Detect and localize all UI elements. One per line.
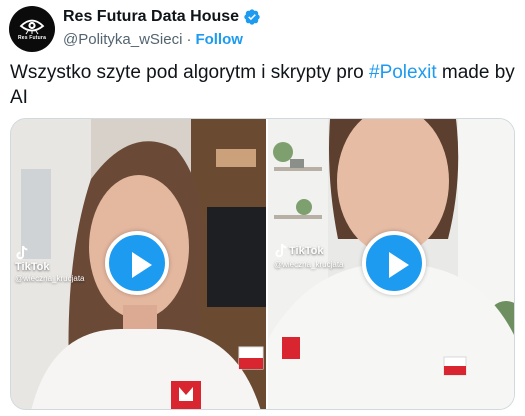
separator-dot: ·: [186, 30, 192, 48]
follow-button[interactable]: Follow: [195, 31, 243, 48]
play-button[interactable]: [105, 231, 169, 295]
author-display-name[interactable]: Res Futura Data House: [63, 8, 239, 26]
tiktok-watermark: TikTok @wieczna_krucjata: [15, 245, 84, 283]
tiktok-icon: [16, 245, 28, 260]
tweet-text-start: Wszystko szyte pod algorytm i skrypty pr…: [10, 62, 369, 83]
author-handle[interactable]: @Polityka_wSieci: [63, 31, 182, 48]
avatar[interactable]: Res Futura: [9, 6, 55, 52]
tweet-text: Wszystko szyte pod algorytm i skrypty pr…: [10, 60, 515, 110]
play-button[interactable]: [362, 231, 426, 295]
hashtag-link[interactable]: #Polexit: [369, 62, 437, 83]
verified-badge-icon: [243, 8, 261, 26]
media-grid: TikTok @wieczna_krucjata TikTok @wieczna…: [10, 118, 515, 410]
avatar-logo-text: Res Futura: [17, 35, 47, 41]
play-icon: [132, 252, 152, 278]
tiktok-label: TikTok: [15, 261, 50, 273]
tweet-header: Res Futura Res Futura Data House @Polity…: [9, 6, 519, 52]
video-thumbnail-right[interactable]: TikTok @wieczna_krucjata: [268, 119, 514, 409]
tiktok-watermark: TikTok @wieczna_krucjata: [274, 243, 343, 269]
tiktok-label: TikTok: [289, 245, 324, 257]
video-thumbnail-left[interactable]: TikTok @wieczna_krucjata: [11, 119, 266, 409]
author-name-row: Res Futura Data House: [63, 6, 261, 28]
tiktok-username: @wieczna_krucjata: [274, 260, 344, 269]
author-handle-row: @Polityka_wSieci · Follow: [63, 28, 243, 50]
tiktok-username: @wieczna_krucjata: [15, 274, 85, 283]
tiktok-icon: [275, 243, 287, 258]
play-icon: [389, 252, 409, 278]
eye-logo-icon: [19, 19, 45, 35]
